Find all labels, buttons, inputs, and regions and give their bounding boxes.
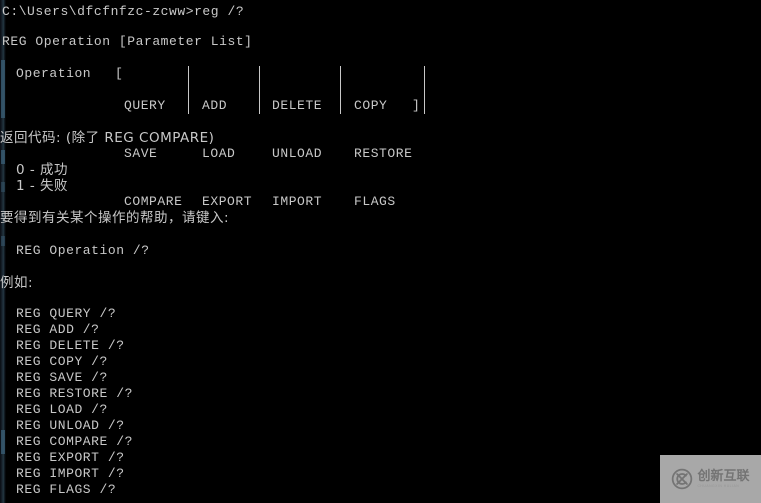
operation-item: RESTORE xyxy=(354,146,413,161)
operation-bracket-open: [ xyxy=(115,66,124,81)
return-code-success: 0 - 成功 xyxy=(16,162,69,178)
operation-item: COPY xyxy=(354,98,388,113)
operation-item: LOAD xyxy=(202,146,236,161)
example-line: REG EXPORT /? xyxy=(16,450,125,465)
operation-bracket-close: ] xyxy=(412,98,421,113)
operation-label: Operation xyxy=(16,66,92,81)
operation-separator xyxy=(424,66,425,114)
example-line: REG SAVE /? xyxy=(16,370,108,385)
operation-separator xyxy=(259,66,260,114)
operation-separator xyxy=(340,66,341,114)
example-line: REG RESTORE /? xyxy=(16,386,133,401)
operation-item: UNLOAD xyxy=(272,146,323,161)
example-line: REG DELETE /? xyxy=(16,338,125,353)
example-line: REG UNLOAD /? xyxy=(16,418,125,433)
example-line: REG COMPARE /? xyxy=(16,434,133,449)
example-line: REG ADD /? xyxy=(16,322,100,337)
console-text-layer: C:\Users\dfcfnfzc-zcww>reg /? REG Operat… xyxy=(0,0,761,503)
prompt-line: C:\Users\dfcfnfzc-zcww>reg /? xyxy=(2,4,245,19)
examples-heading: 例如: xyxy=(0,275,34,291)
operation-item: QUERY xyxy=(124,98,166,113)
operation-separator xyxy=(188,66,189,114)
operation-item: EXPORT xyxy=(202,194,253,209)
return-codes-heading: 返回代码: (除了 REG COMPARE) xyxy=(0,130,215,146)
operation-item: SAVE xyxy=(124,146,158,161)
example-line: REG QUERY /? xyxy=(16,306,117,321)
operation-item: FLAGS xyxy=(354,194,396,209)
operation-item: DELETE xyxy=(272,98,323,113)
help-command: REG Operation /? xyxy=(16,243,150,258)
operation-item: IMPORT xyxy=(272,194,323,209)
help-heading: 要得到有关某个操作的帮助，请键入: xyxy=(0,210,230,226)
return-code-failure: 1 - 失败 xyxy=(16,178,69,194)
operation-column-4: COPY RESTORE FLAGS xyxy=(354,66,421,242)
example-line: REG IMPORT /? xyxy=(16,466,125,481)
operation-column-3: DELETE UNLOAD IMPORT xyxy=(272,66,339,242)
operation-item: COMPARE xyxy=(124,194,183,209)
usage-line: REG Operation [Parameter List] xyxy=(2,34,253,49)
example-line: REG LOAD /? xyxy=(16,402,108,417)
example-line: REG COPY /? xyxy=(16,354,108,369)
example-line: REG FLAGS /? xyxy=(16,482,117,497)
console-window[interactable]: C:\Users\dfcfnfzc-zcww>reg /? REG Operat… xyxy=(0,0,761,503)
